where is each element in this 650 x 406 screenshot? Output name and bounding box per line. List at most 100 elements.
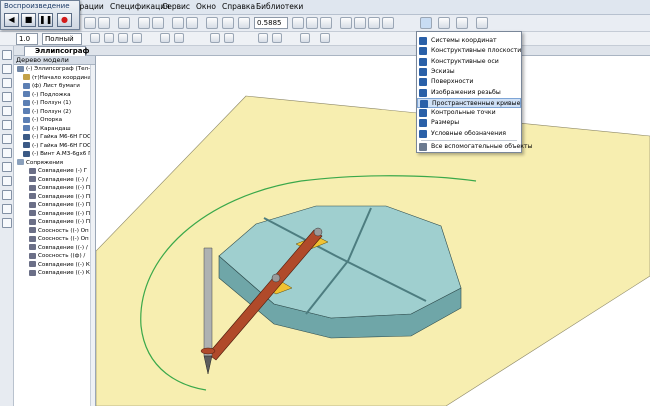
- cut-icon[interactable]: [152, 17, 164, 29]
- rotate-icon[interactable]: [306, 17, 318, 29]
- section-icon[interactable]: [300, 33, 310, 43]
- tree-item[interactable]: Совпадение ((-) /: [14, 244, 95, 253]
- tree-item[interactable]: Соосность ((ф) /: [14, 252, 95, 261]
- tool-3-icon[interactable]: [2, 78, 12, 88]
- tree-item[interactable]: Совпадение ((-) П: [14, 201, 95, 210]
- arm-pivot-mid: [271, 273, 281, 283]
- tool-7-icon[interactable]: [2, 134, 12, 144]
- tree-item[interactable]: Совпадение ((-) П: [14, 184, 95, 193]
- tool-5-icon[interactable]: [2, 106, 12, 116]
- grid-icon[interactable]: [104, 33, 114, 43]
- tool-4-icon[interactable]: [2, 92, 12, 102]
- aux-objects-2-icon[interactable]: [438, 17, 450, 29]
- dropdown-item[interactable]: Условные обозначения: [417, 129, 521, 139]
- layer-icon[interactable]: [118, 33, 128, 43]
- tree-item-label: Совпадение ((-) /: [38, 176, 88, 183]
- align-icon[interactable]: [210, 33, 220, 43]
- dropdown-item[interactable]: Поверхности: [417, 77, 521, 87]
- tree-item[interactable]: (-) Гайка М6-6Н ГОСТ: [14, 133, 95, 142]
- rewind-button[interactable]: ◀: [4, 13, 19, 27]
- dropdown-item[interactable]: Системы координат: [417, 36, 521, 46]
- style-select[interactable]: Полный: [42, 33, 82, 45]
- menu-help[interactable]: Справка: [222, 2, 255, 11]
- tree-item[interactable]: (-) Эллипсограф (Тел-0, С: [14, 65, 95, 74]
- undo-icon[interactable]: [206, 17, 218, 29]
- tree-item[interactable]: Совпадение ((-) П: [14, 193, 95, 202]
- open-icon[interactable]: [98, 17, 110, 29]
- tool-1-icon[interactable]: [2, 50, 12, 60]
- tool-12-icon[interactable]: [2, 204, 12, 214]
- tree-item[interactable]: (-) Ползун (1): [14, 99, 95, 108]
- dropdown-all-objects[interactable]: Все вспомогательные объекты: [417, 142, 533, 152]
- tree-item[interactable]: (ф) Лист бумаги: [14, 82, 95, 91]
- tree-item[interactable]: Совпадение ((-) Ка: [14, 269, 95, 278]
- array-icon[interactable]: [272, 33, 282, 43]
- tree-item[interactable]: Совпадение ((-) Ка: [14, 261, 95, 270]
- paste-icon[interactable]: [186, 17, 198, 29]
- orient-icon[interactable]: [320, 17, 332, 29]
- snap-icon[interactable]: [90, 33, 100, 43]
- tree-item[interactable]: Совпадение ((-) П: [14, 210, 95, 219]
- print-icon[interactable]: [138, 17, 150, 29]
- tree-item[interactable]: Сопряжения: [14, 159, 95, 168]
- tree-item[interactable]: Совпадение (-) Г: [14, 167, 95, 176]
- dropdown-item[interactable]: Конструктивные плоскости: [417, 46, 521, 56]
- tool-10-icon[interactable]: [2, 176, 12, 186]
- tree-item[interactable]: (-) Ползун (2): [14, 108, 95, 117]
- tree-item[interactable]: Соосность ((-) Оп: [14, 227, 95, 236]
- zoom-in-icon[interactable]: [222, 17, 234, 29]
- record-button[interactable]: ●: [57, 13, 72, 27]
- aux-objects-3-icon[interactable]: [456, 17, 468, 29]
- select-icon[interactable]: [174, 33, 184, 43]
- distribute-icon[interactable]: [224, 33, 234, 43]
- tree-item[interactable]: (-) Винт А.М3-6gх6 ГО: [14, 150, 95, 159]
- tree-item[interactable]: Соосность ((-) Оп: [14, 235, 95, 244]
- tree-item[interactable]: (-) Карандаш: [14, 125, 95, 134]
- tool-11-icon[interactable]: [2, 190, 12, 200]
- menu-specification[interactable]: Спецификация: [110, 2, 170, 11]
- zoom-out-icon[interactable]: [238, 17, 250, 29]
- dropdown-item[interactable]: Изображения резьбы: [417, 88, 521, 98]
- perspective-icon[interactable]: [382, 17, 394, 29]
- hidden-lines-icon[interactable]: [368, 17, 380, 29]
- model-viewport[interactable]: [96, 56, 650, 406]
- wireframe-icon[interactable]: [354, 17, 366, 29]
- mirror-icon[interactable]: [258, 33, 268, 43]
- tool-9-icon[interactable]: [2, 162, 12, 172]
- properties-icon[interactable]: [320, 33, 330, 43]
- tree-item[interactable]: (т)Начало координат: [14, 74, 95, 83]
- tool-6-icon[interactable]: [2, 120, 12, 130]
- tool-8-icon[interactable]: [2, 148, 12, 158]
- tree-item[interactable]: (-) Подложка: [14, 91, 95, 100]
- tab-ellipsograph[interactable]: Эллипсограф: [24, 46, 89, 56]
- shaded-view-icon[interactable]: [340, 17, 352, 29]
- pan-icon[interactable]: [292, 17, 304, 29]
- pause-button[interactable]: ❚❚: [38, 13, 53, 27]
- filter-icon[interactable]: [476, 17, 488, 29]
- aux-objects-icon[interactable]: [420, 17, 432, 29]
- new-icon[interactable]: [84, 17, 96, 29]
- dropdown-item[interactable]: Размеры: [417, 118, 521, 128]
- zoom-field[interactable]: 0.5885: [254, 17, 288, 29]
- mate-icon: [29, 184, 36, 191]
- stop-button[interactable]: ■: [21, 13, 36, 27]
- tree-item[interactable]: Совпадение ((-) П: [14, 218, 95, 227]
- copy-icon[interactable]: [172, 17, 184, 29]
- table-icon[interactable]: [132, 33, 142, 43]
- save-icon[interactable]: [118, 17, 130, 29]
- dropdown-item[interactable]: Контрольные точки: [417, 108, 521, 118]
- menu-libraries[interactable]: Библиотеки: [256, 2, 303, 11]
- tool-2-icon[interactable]: [2, 64, 12, 74]
- tree-scrollbar[interactable]: [90, 65, 95, 406]
- tree-item[interactable]: (-) Гайка М6-6Н ГОСТ: [14, 142, 95, 151]
- dropdown-item[interactable]: Конструктивные оси: [417, 57, 521, 67]
- dropdown-item[interactable]: Пространственные кривые: [417, 97, 521, 108]
- menu-service[interactable]: Сервис: [162, 2, 190, 11]
- measure-icon[interactable]: [160, 33, 170, 43]
- dropdown-item[interactable]: Эскизы: [417, 67, 521, 77]
- tree-item[interactable]: Совпадение ((-) /: [14, 176, 95, 185]
- menu-window[interactable]: Окно: [196, 2, 216, 11]
- tool-13-icon[interactable]: [2, 218, 12, 228]
- line-width-field[interactable]: 1.0: [16, 33, 38, 45]
- tree-item[interactable]: (-) Опорка: [14, 116, 95, 125]
